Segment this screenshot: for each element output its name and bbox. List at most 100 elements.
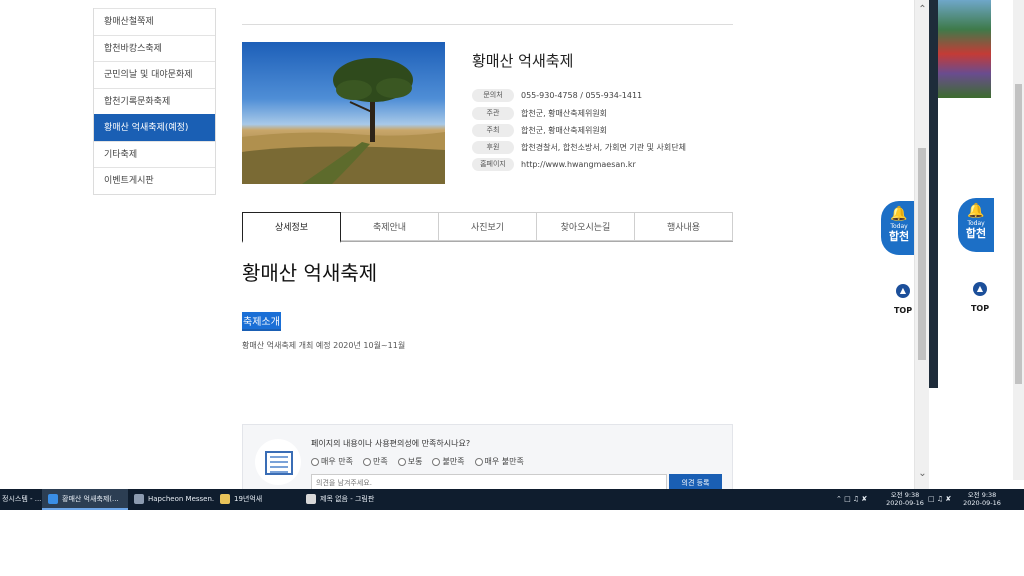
background-scrollbar-thumb[interactable] [1015, 84, 1022, 384]
chevron-up-icon: ▲ [973, 282, 987, 296]
homepage-link[interactable]: http://www.hwangmaesan.kr [521, 160, 636, 169]
submit-opinion-button[interactable]: 의견 등록 [669, 474, 722, 489]
festival-title: 황매산 억새축제 [472, 52, 574, 70]
info-value: 합천군, 황매산축제위원회 [521, 126, 608, 135]
document-icon [265, 451, 293, 475]
scroll-up-icon[interactable]: ⌃ [916, 4, 929, 15]
info-value: 055-930-4758 / 055-934-1411 [521, 91, 643, 100]
divider [242, 24, 733, 25]
clock-time: 오전 9:38 [890, 491, 920, 499]
clock-date: 2020-09-16 [963, 499, 1001, 507]
survey-option-very-dissatisfied[interactable]: 매우 불만족 [474, 456, 524, 467]
festival-photo [242, 42, 445, 184]
radio-icon [432, 457, 441, 466]
folder-icon [220, 494, 230, 504]
option-label: 매우 불만족 [484, 457, 524, 466]
tree-landscape-illustration [242, 58, 445, 184]
info-label: 홈페이지 [472, 158, 514, 171]
sidebar-item-county-day[interactable]: 군민의날 및 대야문화제 [94, 61, 215, 88]
info-row-organizer: 주관 합천군, 황매산축제위원회 [472, 107, 607, 120]
today-hapcheon-button[interactable]: 🔔 Today 합천 [881, 201, 917, 255]
sidebar-item-silver-grass-festival[interactable]: 황매산 억새축제(예정) [94, 114, 215, 141]
sidebar-menu: 황매산철쭉제 합천바캉스축제 군민의날 및 대야문화제 합천기록문화축제 황매산… [93, 8, 216, 195]
today-big-label: 합천 [965, 227, 987, 240]
survey-options: 매우 만족 만족 보통 불만족 매우 불만족 [311, 456, 524, 467]
today-small-label: Today [967, 220, 985, 227]
survey-option-very-satisfied[interactable]: 매우 만족 [311, 456, 353, 467]
survey-option-dissatisfied[interactable]: 불만족 [432, 456, 465, 467]
page-scrollbar[interactable]: ⌃ ⌄ [914, 0, 929, 489]
option-label: 보통 [407, 457, 423, 466]
system-tray-icons[interactable]: ⌃ □ ♫ ✘ [836, 489, 867, 510]
sidebar-item-other-festivals[interactable]: 기타축제 [94, 140, 215, 167]
radio-icon [397, 457, 406, 466]
bell-icon: 🔔 [890, 206, 908, 222]
page-scrollbar-thumb[interactable] [918, 148, 926, 360]
clock-time: 오전 9:38 [967, 491, 997, 499]
opinion-input[interactable] [311, 474, 667, 489]
taskbar-item-paint[interactable]: 제목 없음 - 그림판 [300, 489, 390, 510]
info-row-sponsor: 후원 합천경찰서, 합천소방서, 가회면 기관 및 사회단체 [472, 141, 686, 154]
tab-festival-guide[interactable]: 축제안내 [341, 212, 439, 241]
info-label: 후원 [472, 141, 514, 154]
info-value: 합천군, 황매산축제위원회 [521, 109, 608, 118]
messenger-icon [134, 494, 144, 504]
background-photo [938, 0, 991, 98]
top-label: TOP [893, 306, 913, 315]
info-label: 주최 [472, 124, 514, 137]
paint-icon [306, 494, 316, 504]
info-row-host: 주최 합천군, 황매산축제위원회 [472, 124, 607, 137]
today-small-label: Today [890, 223, 908, 230]
tab-photos[interactable]: 사진보기 [439, 212, 537, 241]
taskbar-item-label: 19년억새 [234, 495, 263, 503]
radio-icon [311, 457, 319, 466]
taskbar-item-label: 제목 없음 - 그림판 [320, 495, 375, 503]
top-label: TOP [970, 304, 990, 313]
detail-tabs: 상세정보 축제안내 사진보기 찾아오시는길 행사내용 [242, 212, 733, 243]
background-window-edge [929, 0, 938, 388]
option-label: 매우 만족 [321, 457, 353, 466]
info-label: 주관 [472, 107, 514, 120]
taskbar-clock-bg[interactable]: 오전 9:38 2020-09-16 [962, 491, 1002, 507]
today-hapcheon-button-bg[interactable]: 🔔 Today 합천 [958, 198, 994, 252]
taskbar-item-label: Hapcheon Messen... [148, 495, 214, 503]
bell-icon: 🔔 [967, 203, 985, 219]
background-window: 🔔 Today 합천 ▲ TOP [929, 0, 1024, 510]
survey-option-neutral[interactable]: 보통 [397, 456, 423, 467]
today-big-label: 합천 [888, 230, 910, 243]
taskbar-item-folder[interactable]: 19년억새 [214, 489, 300, 510]
option-label: 만족 [372, 457, 388, 466]
sidebar-item-records-festival[interactable]: 합천기록문화축제 [94, 87, 215, 114]
radio-icon [474, 457, 483, 466]
top-button-bg[interactable]: ▲ TOP [968, 282, 992, 315]
intro-text: 황매산 억새축제 개최 예정 2020년 10월~11월 [242, 341, 406, 350]
scroll-down-icon[interactable]: ⌄ [916, 468, 929, 479]
taskbar-clock[interactable]: 오전 9:38 2020-09-16 [884, 491, 926, 507]
clock-date: 2020-09-16 [886, 499, 924, 507]
system-tray-icons-bg[interactable]: □ ♫ ✘ [928, 489, 951, 510]
option-label: 불만족 [442, 457, 465, 466]
taskbar: 정시스템 - ... 황매산 억새축제(... Hapcheon Messen.… [0, 489, 1024, 510]
chevron-up-icon: ▲ [896, 284, 910, 298]
browser-page: 황매산철쭉제 합천바캉스축제 군민의날 및 대야문화제 합천기록문화축제 황매산… [0, 0, 929, 489]
taskbar-item-system[interactable]: 정시스템 - ... [0, 489, 42, 510]
taskbar-item-label: 황매산 억새축제(... [62, 495, 119, 503]
info-value: 합천경찰서, 합천소방서, 가회면 기관 및 사회단체 [521, 143, 686, 152]
tab-detail-info[interactable]: 상세정보 [242, 212, 341, 243]
tab-event-content[interactable]: 행사내용 [635, 212, 733, 241]
ie-icon [48, 494, 58, 504]
taskbar-item-browser[interactable]: 황매산 억새축제(... [42, 489, 128, 510]
intro-heading-selected: 축제소개 [242, 312, 281, 331]
sidebar-item-vacance-festival[interactable]: 합천바캉스축제 [94, 34, 215, 61]
survey-question: 페이지의 내용이나 사용편의성에 만족하시나요? [311, 439, 471, 448]
tab-directions[interactable]: 찾아오시는길 [537, 212, 635, 241]
sidebar-item-hwangmaesan-azalea[interactable]: 황매산철쭉제 [94, 8, 215, 35]
taskbar-item-messenger[interactable]: Hapcheon Messen... [128, 489, 214, 510]
content-title: 황매산 억새축제 [242, 261, 378, 285]
radio-icon [362, 457, 371, 466]
info-label: 문의처 [472, 89, 514, 102]
top-button[interactable]: ▲ TOP [891, 284, 915, 317]
survey-option-satisfied[interactable]: 만족 [362, 456, 388, 467]
info-row-homepage: 홈페이지 http://www.hwangmaesan.kr [472, 158, 636, 171]
sidebar-item-event-board[interactable]: 이벤트게시판 [94, 167, 215, 194]
